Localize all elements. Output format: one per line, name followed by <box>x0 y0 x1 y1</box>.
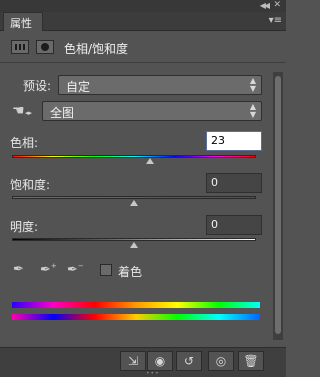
hue-saturation-adjustment-icon[interactable] <box>11 40 29 54</box>
on-image-adjustment-tool-icon[interactable]: ☚ <box>12 103 25 119</box>
preset-label: 预设: <box>23 79 52 93</box>
lightness-slider-thumb[interactable] <box>130 242 138 248</box>
panel-tab-bar: 属性 ▾≡ <box>0 12 286 31</box>
collapse-icon[interactable]: ◀◀ <box>260 1 270 10</box>
layer-mask-icon[interactable] <box>36 40 54 54</box>
panel-title: 色相/饱和度 <box>64 42 129 56</box>
eyedropper-icon[interactable]: ✒ <box>13 262 24 277</box>
lightness-label: 明度: <box>10 220 39 234</box>
range-select[interactable]: 全图 ▲ ▼ <box>42 101 262 121</box>
preset-select[interactable]: 自定 ▲ ▼ <box>58 75 262 95</box>
close-icon[interactable]: ✕ <box>273 0 281 10</box>
updown-arrows-icon: ▲ ▼ <box>249 102 256 119</box>
delete-icon[interactable]: 🗑 <box>238 351 264 371</box>
eyedropper-subtract-icon[interactable]: ✒− <box>67 262 84 277</box>
tab-properties[interactable]: 属性 <box>3 12 43 31</box>
header-divider <box>0 62 286 63</box>
saturation-label: 饱和度: <box>10 178 51 192</box>
clip-to-layer-icon[interactable]: ⇲ <box>120 351 146 371</box>
saturation-input[interactable]: 0 <box>206 173 262 193</box>
colorize-checkbox[interactable] <box>100 264 112 276</box>
lightness-slider-track[interactable] <box>12 238 256 241</box>
panel-menu-icon[interactable]: ▾≡ <box>269 15 282 26</box>
hue-label: 色相: <box>10 136 39 150</box>
reset-icon[interactable]: ↺ <box>176 351 202 371</box>
lightness-input[interactable]: 0 <box>206 215 262 235</box>
range-value: 全图 <box>50 106 75 120</box>
preset-value: 自定 <box>66 80 91 94</box>
saturation-value: 0 <box>211 176 218 189</box>
lightness-value: 0 <box>211 218 218 231</box>
panel-scrollbar[interactable] <box>273 72 283 340</box>
updown-arrows-icon: ▲ ▼ <box>249 76 256 93</box>
resize-grip[interactable]: ••• <box>146 370 160 377</box>
hue-input[interactable]: 23 <box>206 131 262 151</box>
output-color-bar <box>12 314 260 320</box>
hue-value: 23 <box>211 134 225 147</box>
scrollbar-thumb[interactable] <box>275 76 281 334</box>
input-color-bar <box>12 302 260 308</box>
tool-arrows-icon: ◂▸ <box>25 109 33 117</box>
eyedropper-add-icon[interactable]: ✒+ <box>40 262 57 277</box>
visibility-icon[interactable]: ◎ <box>208 351 234 371</box>
hue-slider-thumb[interactable] <box>145 158 154 164</box>
colorize-label: 着色 <box>118 265 143 279</box>
hue-slider-track[interactable] <box>12 155 256 158</box>
tab-label: 属性 <box>10 17 32 30</box>
view-previous-state-icon[interactable]: ◉ <box>147 351 173 371</box>
saturation-slider-thumb[interactable] <box>130 200 138 206</box>
panel-top-strip: ◀◀ ✕ <box>0 0 286 12</box>
saturation-slider-track[interactable] <box>12 196 256 199</box>
